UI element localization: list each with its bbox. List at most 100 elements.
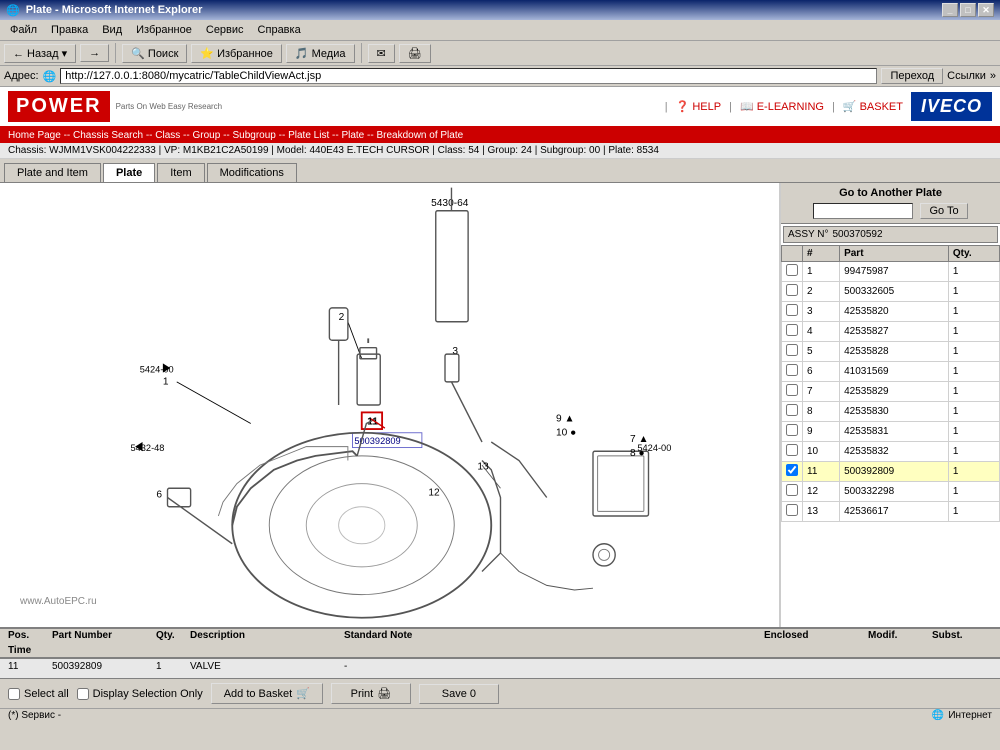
row-qty: 1: [948, 322, 999, 342]
goto-button[interactable]: Go To: [920, 203, 967, 219]
parts-table: # Part Qty. 1 99475987 1 2 500332605 1 3: [781, 245, 1000, 627]
search-button[interactable]: 🔍 Поиск: [122, 44, 187, 63]
row-checkbox[interactable]: [786, 264, 798, 276]
add-to-basket-button[interactable]: Add to Basket 🛒: [211, 683, 323, 704]
assy-label: ASSY N°: [788, 229, 829, 240]
row-qty: 1: [948, 442, 999, 462]
mail-button[interactable]: ✉: [368, 44, 395, 63]
table-row[interactable]: 3 42535820 1: [782, 302, 1000, 322]
select-all-checkbox[interactable]: [8, 688, 20, 700]
table-row[interactable]: 11 500392809 1: [782, 462, 1000, 482]
parts-panel: Go to Another Plate Go To ASSY N° 500370…: [780, 183, 1000, 627]
row-checkbox-cell[interactable]: [782, 462, 803, 482]
tab-plate-and-item[interactable]: Plate and Item: [4, 163, 101, 182]
table-row[interactable]: 8 42535830 1: [782, 402, 1000, 422]
row-checkbox[interactable]: [786, 284, 798, 296]
row-checkbox[interactable]: [786, 464, 798, 476]
row-checkbox-cell[interactable]: [782, 502, 803, 522]
row-num: 5: [803, 342, 840, 362]
back-button[interactable]: ← Назад ▾: [4, 44, 76, 63]
table-row[interactable]: 5 42535828 1: [782, 342, 1000, 362]
save-button[interactable]: Save 0: [419, 684, 499, 704]
col-modif: Modif.: [868, 630, 928, 641]
row-checkbox-cell[interactable]: [782, 262, 803, 282]
table-row[interactable]: 12 500332298 1: [782, 482, 1000, 502]
row-num: 10: [803, 442, 840, 462]
svg-text:10 ●: 10 ●: [556, 428, 576, 439]
table-row[interactable]: 10 42535832 1: [782, 442, 1000, 462]
minimize-button[interactable]: _: [942, 3, 958, 17]
elearning-link[interactable]: 📖 E-LEARNING: [740, 100, 824, 113]
select-all-label[interactable]: Select all: [8, 688, 69, 700]
row-checkbox[interactable]: [786, 424, 798, 436]
table-row[interactable]: 1 99475987 1: [782, 262, 1000, 282]
title-bar-icon: 🌐: [6, 4, 20, 17]
row-checkbox-cell[interactable]: [782, 402, 803, 422]
print-button[interactable]: Print 🖨: [331, 683, 411, 704]
row-checkbox[interactable]: [786, 484, 798, 496]
row-checkbox[interactable]: [786, 504, 798, 516]
detail-stdnote: -: [344, 661, 760, 672]
table-row[interactable]: 13 42536617 1: [782, 502, 1000, 522]
row-checkbox-cell[interactable]: [782, 322, 803, 342]
display-selection-label[interactable]: Display Selection Only: [77, 688, 203, 700]
row-checkbox[interactable]: [786, 404, 798, 416]
table-row[interactable]: 4 42535827 1: [782, 322, 1000, 342]
row-qty: 1: [948, 462, 999, 482]
menu-file[interactable]: Файл: [4, 22, 43, 38]
media-button[interactable]: 🎵 Медиа: [286, 44, 355, 63]
row-checkbox-cell[interactable]: [782, 482, 803, 502]
row-part: 42535827: [840, 322, 949, 342]
assy-header: ASSY N° 500370592: [783, 226, 998, 243]
tab-plate[interactable]: Plate: [103, 163, 155, 182]
table-row[interactable]: 2 500332605 1: [782, 282, 1000, 302]
table-row[interactable]: 7 42535829 1: [782, 382, 1000, 402]
row-checkbox[interactable]: [786, 304, 798, 316]
print-toolbar-button[interactable]: 🖨: [399, 44, 431, 63]
row-checkbox-cell[interactable]: [782, 442, 803, 462]
go-button[interactable]: Переход: [881, 68, 943, 84]
row-checkbox-cell[interactable]: [782, 342, 803, 362]
menu-tools[interactable]: Сервис: [200, 22, 250, 38]
row-checkbox[interactable]: [786, 344, 798, 356]
svg-text:2: 2: [339, 312, 345, 323]
display-selection-checkbox[interactable]: [77, 688, 89, 700]
close-button[interactable]: ✕: [978, 3, 994, 17]
help-icon: ❓: [676, 101, 690, 113]
menu-help[interactable]: Справка: [252, 22, 307, 38]
row-checkbox-cell[interactable]: [782, 302, 803, 322]
menu-view[interactable]: Вид: [96, 22, 128, 38]
tab-bar: Plate and Item Plate Item Modifications: [0, 159, 1000, 183]
row-qty: 1: [948, 262, 999, 282]
favorites-button[interactable]: ⭐ Избранное: [191, 44, 282, 63]
row-num: 4: [803, 322, 840, 342]
row-part: 500332605: [840, 282, 949, 302]
goto-input[interactable]: [813, 203, 913, 219]
row-num: 6: [803, 362, 840, 382]
goto-plate-section: Go to Another Plate Go To: [781, 183, 1000, 224]
forward-button[interactable]: →: [80, 44, 109, 62]
col-enclosed: Enclosed: [764, 630, 864, 641]
row-checkbox-cell[interactable]: [782, 382, 803, 402]
tab-modifications[interactable]: Modifications: [207, 163, 297, 182]
row-checkbox[interactable]: [786, 384, 798, 396]
status-left: (*) Sервис -: [8, 710, 61, 721]
breadcrumb: Home Page -- Chassis Search -- Class -- …: [0, 128, 1000, 143]
address-input[interactable]: [60, 68, 877, 84]
menu-edit[interactable]: Правка: [45, 22, 94, 38]
menu-favorites[interactable]: Избранное: [130, 22, 198, 38]
row-checkbox-cell[interactable]: [782, 422, 803, 442]
row-part: 41031569: [840, 362, 949, 382]
row-checkbox-cell[interactable]: [782, 282, 803, 302]
row-checkbox[interactable]: [786, 324, 798, 336]
table-row[interactable]: 6 41031569 1: [782, 362, 1000, 382]
row-checkbox[interactable]: [786, 444, 798, 456]
maximize-button[interactable]: □: [960, 3, 976, 17]
help-link[interactable]: ❓ HELP: [676, 100, 722, 113]
table-row[interactable]: 9 42535831 1: [782, 422, 1000, 442]
row-checkbox-cell[interactable]: [782, 362, 803, 382]
row-checkbox[interactable]: [786, 364, 798, 376]
tab-item[interactable]: Item: [157, 163, 204, 182]
basket-link[interactable]: 🛒 BASKET: [843, 100, 903, 113]
svg-text:12: 12: [428, 488, 440, 499]
